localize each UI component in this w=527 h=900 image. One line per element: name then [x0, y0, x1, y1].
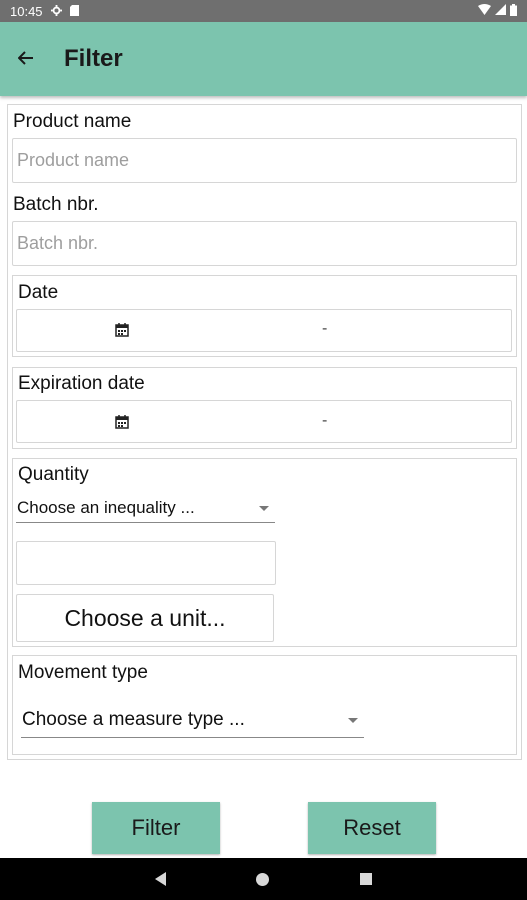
battery-icon: [510, 3, 517, 19]
status-time: 10:45: [10, 3, 43, 19]
measure-type-dropdown[interactable]: Choose a measure type ...: [21, 704, 364, 738]
quantity-label: Quantity: [18, 464, 89, 485]
calendar-icon[interactable]: [115, 415, 129, 429]
expiration-date-label: Expiration date: [18, 373, 145, 394]
date-label: Date: [18, 282, 59, 303]
nav-home-icon[interactable]: [256, 872, 270, 886]
movement-type-label: Movement type: [18, 662, 148, 683]
expiration-date-range-picker[interactable]: [16, 400, 512, 443]
batch-input[interactable]: Batch nbr.: [12, 221, 517, 266]
reset-button[interactable]: Reset: [308, 802, 436, 854]
settings-icon: [50, 4, 62, 19]
product-name-label: Product name: [13, 111, 132, 132]
inequality-dropdown-value: Choose an inequality ...: [17, 498, 195, 517]
batch-label: Batch nbr.: [13, 194, 99, 215]
dropdown-arrow-icon: [348, 717, 358, 723]
app-bar: Filter: [0, 22, 527, 96]
nav-recents-icon[interactable]: [359, 873, 372, 885]
calendar-icon[interactable]: [115, 323, 129, 337]
signal-icon: [495, 4, 506, 18]
sd-card-icon: [69, 4, 79, 19]
product-name-input[interactable]: Product name: [12, 138, 517, 183]
page-title: Filter: [64, 45, 123, 72]
date-range-picker[interactable]: [16, 309, 512, 352]
inequality-dropdown[interactable]: Choose an inequality ...: [16, 495, 275, 523]
choose-unit-button[interactable]: Choose a unit...: [16, 594, 274, 642]
system-nav-bar: [0, 858, 527, 900]
filter-screen: 10:45 Filter Product name Product name B…: [0, 0, 527, 900]
measure-type-dropdown-value: Choose a measure type ...: [22, 709, 245, 730]
back-button[interactable]: [0, 33, 52, 85]
quantity-input[interactable]: [16, 541, 276, 585]
filter-button[interactable]: Filter: [92, 802, 220, 854]
dropdown-arrow-icon: [259, 505, 269, 511]
wifi-icon: [478, 4, 491, 18]
status-bar: 10:45: [0, 0, 527, 22]
expiration-date-separator: -: [322, 412, 328, 429]
nav-back-icon[interactable]: [155, 872, 167, 886]
arrow-back-icon: [17, 49, 34, 70]
date-separator: -: [322, 320, 328, 337]
